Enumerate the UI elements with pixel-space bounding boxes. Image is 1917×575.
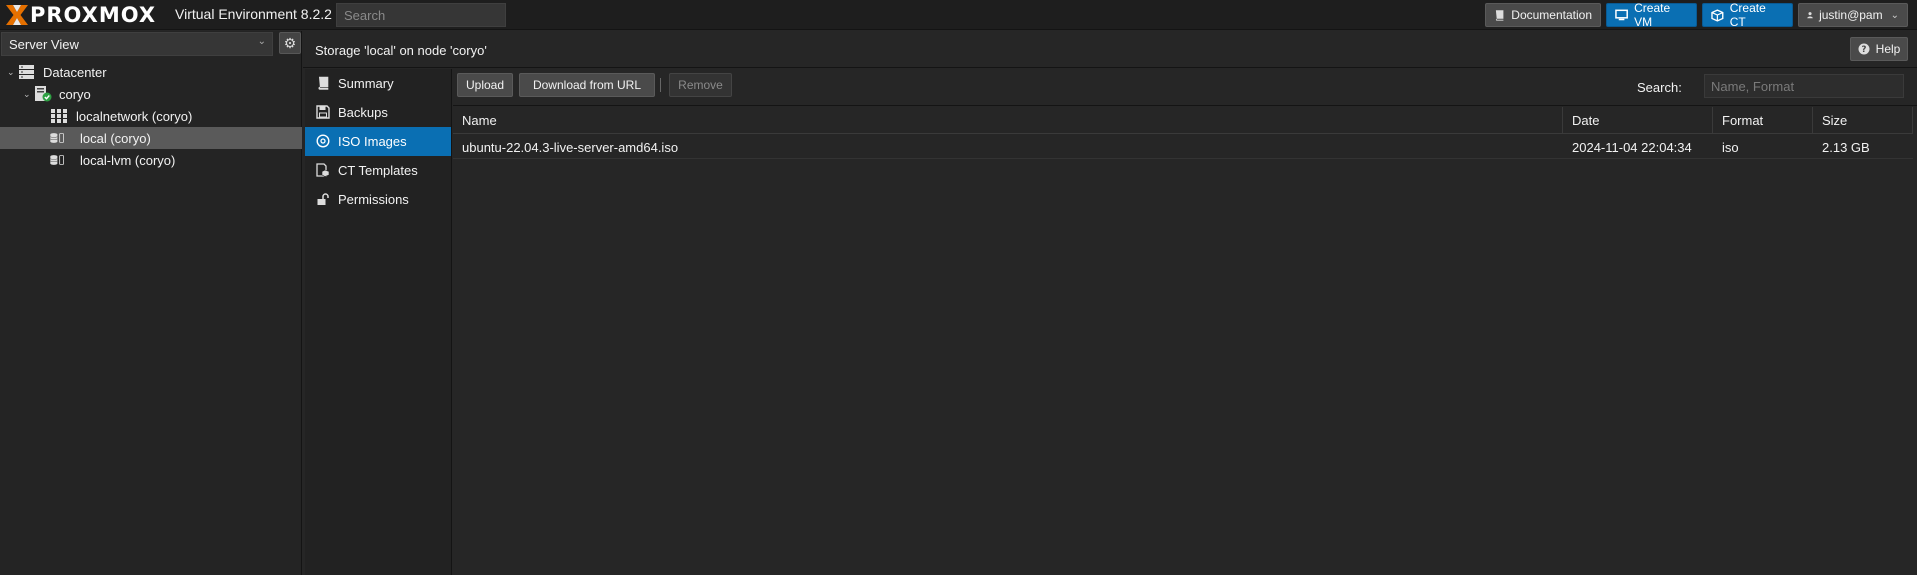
column-label: Name <box>462 113 497 128</box>
question-circle-icon: ? <box>1858 43 1870 55</box>
resource-tree-panel: Server View ⌄ ⚙ ⌄ Datacenter ⌄ coryo loc… <box>0 31 302 575</box>
grid-toolbar: Upload Download from URL Remove Search: <box>453 69 1917 106</box>
create-ct-label: Create CT <box>1729 1 1766 29</box>
column-header-size[interactable]: Size <box>1813 107 1913 134</box>
chevron-down-icon: ⌄ <box>1890 9 1899 21</box>
book-icon <box>318 76 329 90</box>
user-icon <box>1807 12 1813 19</box>
logo-wordmark: PROXMOX <box>30 3 157 27</box>
chevron-down-icon: ⌄ <box>23 88 31 99</box>
page-title: Storage 'local' on node 'coryo' <box>315 43 487 58</box>
gear-icon: ⚙ <box>283 34 297 51</box>
user-label: justin@pam <box>1819 8 1883 22</box>
datacenter-icon <box>19 65 34 79</box>
upload-button[interactable]: Upload <box>457 73 513 97</box>
user-menu-button[interactable]: justin@pam ⌄ <box>1798 3 1908 27</box>
column-header-format[interactable]: Format <box>1713 107 1813 134</box>
iso-images-grid: Upload Download from URL Remove Search: … <box>453 69 1917 575</box>
tree-item-local-lvm[interactable]: local-lvm (coryo) <box>0 149 302 171</box>
download-from-url-button[interactable]: Download from URL <box>519 73 655 97</box>
create-vm-button[interactable]: Create VM <box>1606 1 1697 29</box>
content-header: Storage 'local' on node 'coryo' ? Help <box>303 31 1917 68</box>
cell-size: 2.13 GB <box>1822 139 1870 155</box>
download-label: Download from URL <box>532 78 642 92</box>
help-button[interactable]: ? Help <box>1850 37 1908 61</box>
sdn-grid-icon <box>51 109 67 123</box>
resource-tree: ⌄ Datacenter ⌄ coryo localnetwork (coryo… <box>0 61 302 171</box>
create-ct-button[interactable]: Create CT <box>1702 1 1793 29</box>
toolbar-separator <box>660 78 661 92</box>
documentation-button[interactable]: Documentation <box>1485 3 1601 27</box>
chevron-down-icon: ⌄ <box>7 66 15 77</box>
subnav-label: Permissions <box>338 192 409 207</box>
version-label: Virtual Environment 8.2.2 <box>175 6 332 22</box>
create-vm-label: Create VM <box>1634 1 1671 29</box>
subnav-item-iso-images[interactable]: ISO Images <box>305 127 451 156</box>
node-online-icon <box>35 86 52 102</box>
unlock-icon <box>317 193 329 205</box>
search-label: Search: <box>1637 80 1682 95</box>
column-label: Format <box>1722 113 1764 128</box>
storage-subnav: Summary Backups ISO Images CT Templates … <box>305 69 452 575</box>
cube-icon <box>1711 8 1724 22</box>
remove-button[interactable]: Remove <box>669 73 732 97</box>
storage-icon <box>50 133 64 143</box>
column-header-date[interactable]: Date <box>1563 107 1713 134</box>
subnav-item-permissions[interactable]: Permissions <box>305 185 451 214</box>
subnav-label: CT Templates <box>338 163 418 178</box>
tree-item-node-coryo[interactable]: ⌄ coryo <box>0 83 302 105</box>
tree-item-label: coryo <box>59 86 91 102</box>
help-label: Help <box>1875 42 1901 56</box>
tree-item-label: Datacenter <box>43 64 107 80</box>
template-icon <box>316 163 330 177</box>
top-bar: PROXMOX Virtual Environment 8.2.2 Docume… <box>0 0 1917 30</box>
proxmox-logo[interactable]: PROXMOX <box>4 3 156 27</box>
subnav-label: Summary <box>338 76 394 91</box>
cell-name: ubuntu-22.04.3-live-server-amd64.iso <box>462 139 679 155</box>
subnav-label: ISO Images <box>338 134 407 149</box>
view-select[interactable]: Server View ⌄ <box>1 32 273 56</box>
grid-search-input[interactable] <box>1704 74 1904 98</box>
desktop-icon <box>1615 9 1628 21</box>
tree-settings-button[interactable]: ⚙ <box>279 32 301 54</box>
subnav-item-summary[interactable]: Summary <box>305 69 451 98</box>
cell-format: iso <box>1722 139 1739 155</box>
table-row[interactable]: ubuntu-22.04.3-live-server-amd64.iso 202… <box>453 135 1913 159</box>
view-select-value: Server View <box>9 36 79 52</box>
documentation-label: Documentation <box>1511 8 1592 22</box>
svg-text:?: ? <box>1861 45 1866 55</box>
book-icon <box>1495 10 1504 21</box>
subnav-item-backups[interactable]: Backups <box>305 98 451 127</box>
column-header-name[interactable]: Name <box>453 107 1563 134</box>
subnav-label: Backups <box>338 105 388 120</box>
global-search-input[interactable] <box>336 3 506 27</box>
remove-label: Remove <box>678 78 723 92</box>
tree-item-label: local (coryo) <box>80 130 151 146</box>
column-label: Date <box>1572 113 1600 128</box>
tree-item-label: local-lvm (coryo) <box>80 152 176 168</box>
subnav-item-ct-templates[interactable]: CT Templates <box>305 156 451 185</box>
tree-item-datacenter[interactable]: ⌄ Datacenter <box>0 61 302 83</box>
tree-item-local[interactable]: local (coryo) <box>0 127 302 149</box>
chevron-down-icon: ⌄ <box>257 36 266 47</box>
tree-item-localnetwork[interactable]: localnetwork (coryo) <box>0 105 302 127</box>
floppy-icon <box>316 105 330 119</box>
table-header: Name Date Format Size <box>453 107 1913 134</box>
disc-icon <box>316 134 330 148</box>
storage-icon <box>50 155 64 165</box>
column-label: Size <box>1822 113 1848 128</box>
tree-item-label: localnetwork (coryo) <box>76 108 193 124</box>
proxmox-x-icon <box>6 5 28 25</box>
cell-date: 2024-11-04 22:04:34 <box>1572 139 1692 155</box>
upload-label: Upload <box>465 78 505 92</box>
